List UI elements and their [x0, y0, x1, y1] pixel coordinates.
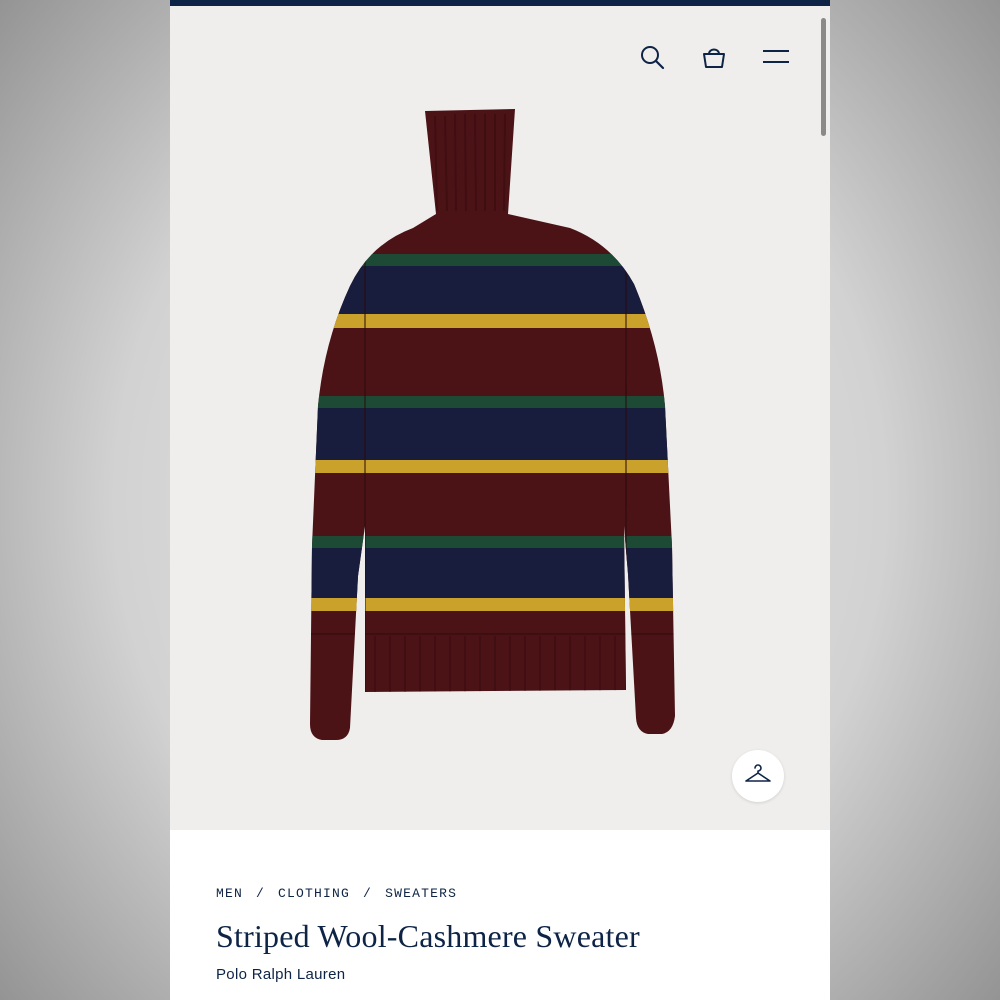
breadcrumb: MEN / CLOTHING / SWEATERS: [216, 886, 457, 901]
breadcrumb-separator: /: [256, 886, 266, 901]
hanger-button[interactable]: [732, 750, 784, 802]
shopping-bag-icon[interactable]: [699, 42, 729, 72]
product-title: Striped Wool-Cashmere Sweater: [216, 918, 640, 954]
product-brand[interactable]: Polo Ralph Lauren: [216, 966, 345, 983]
product-image-area[interactable]: [170, 6, 830, 830]
breadcrumb-men[interactable]: MEN: [216, 886, 243, 901]
product-image: [310, 109, 675, 740]
product-info: MEN / CLOTHING / SWEATERS Striped Wool-C…: [170, 830, 830, 1000]
page: MEN / CLOTHING / SWEATERS Striped Wool-C…: [170, 0, 830, 1000]
breadcrumb-clothing[interactable]: CLOTHING: [278, 886, 350, 901]
scrollbar-thumb[interactable]: [821, 18, 826, 136]
search-icon[interactable]: [637, 42, 667, 72]
breadcrumb-separator: /: [363, 886, 373, 901]
breadcrumb-sweaters[interactable]: SWEATERS: [385, 886, 457, 901]
menu-icon[interactable]: [761, 42, 791, 72]
hanger-icon: [744, 763, 772, 790]
